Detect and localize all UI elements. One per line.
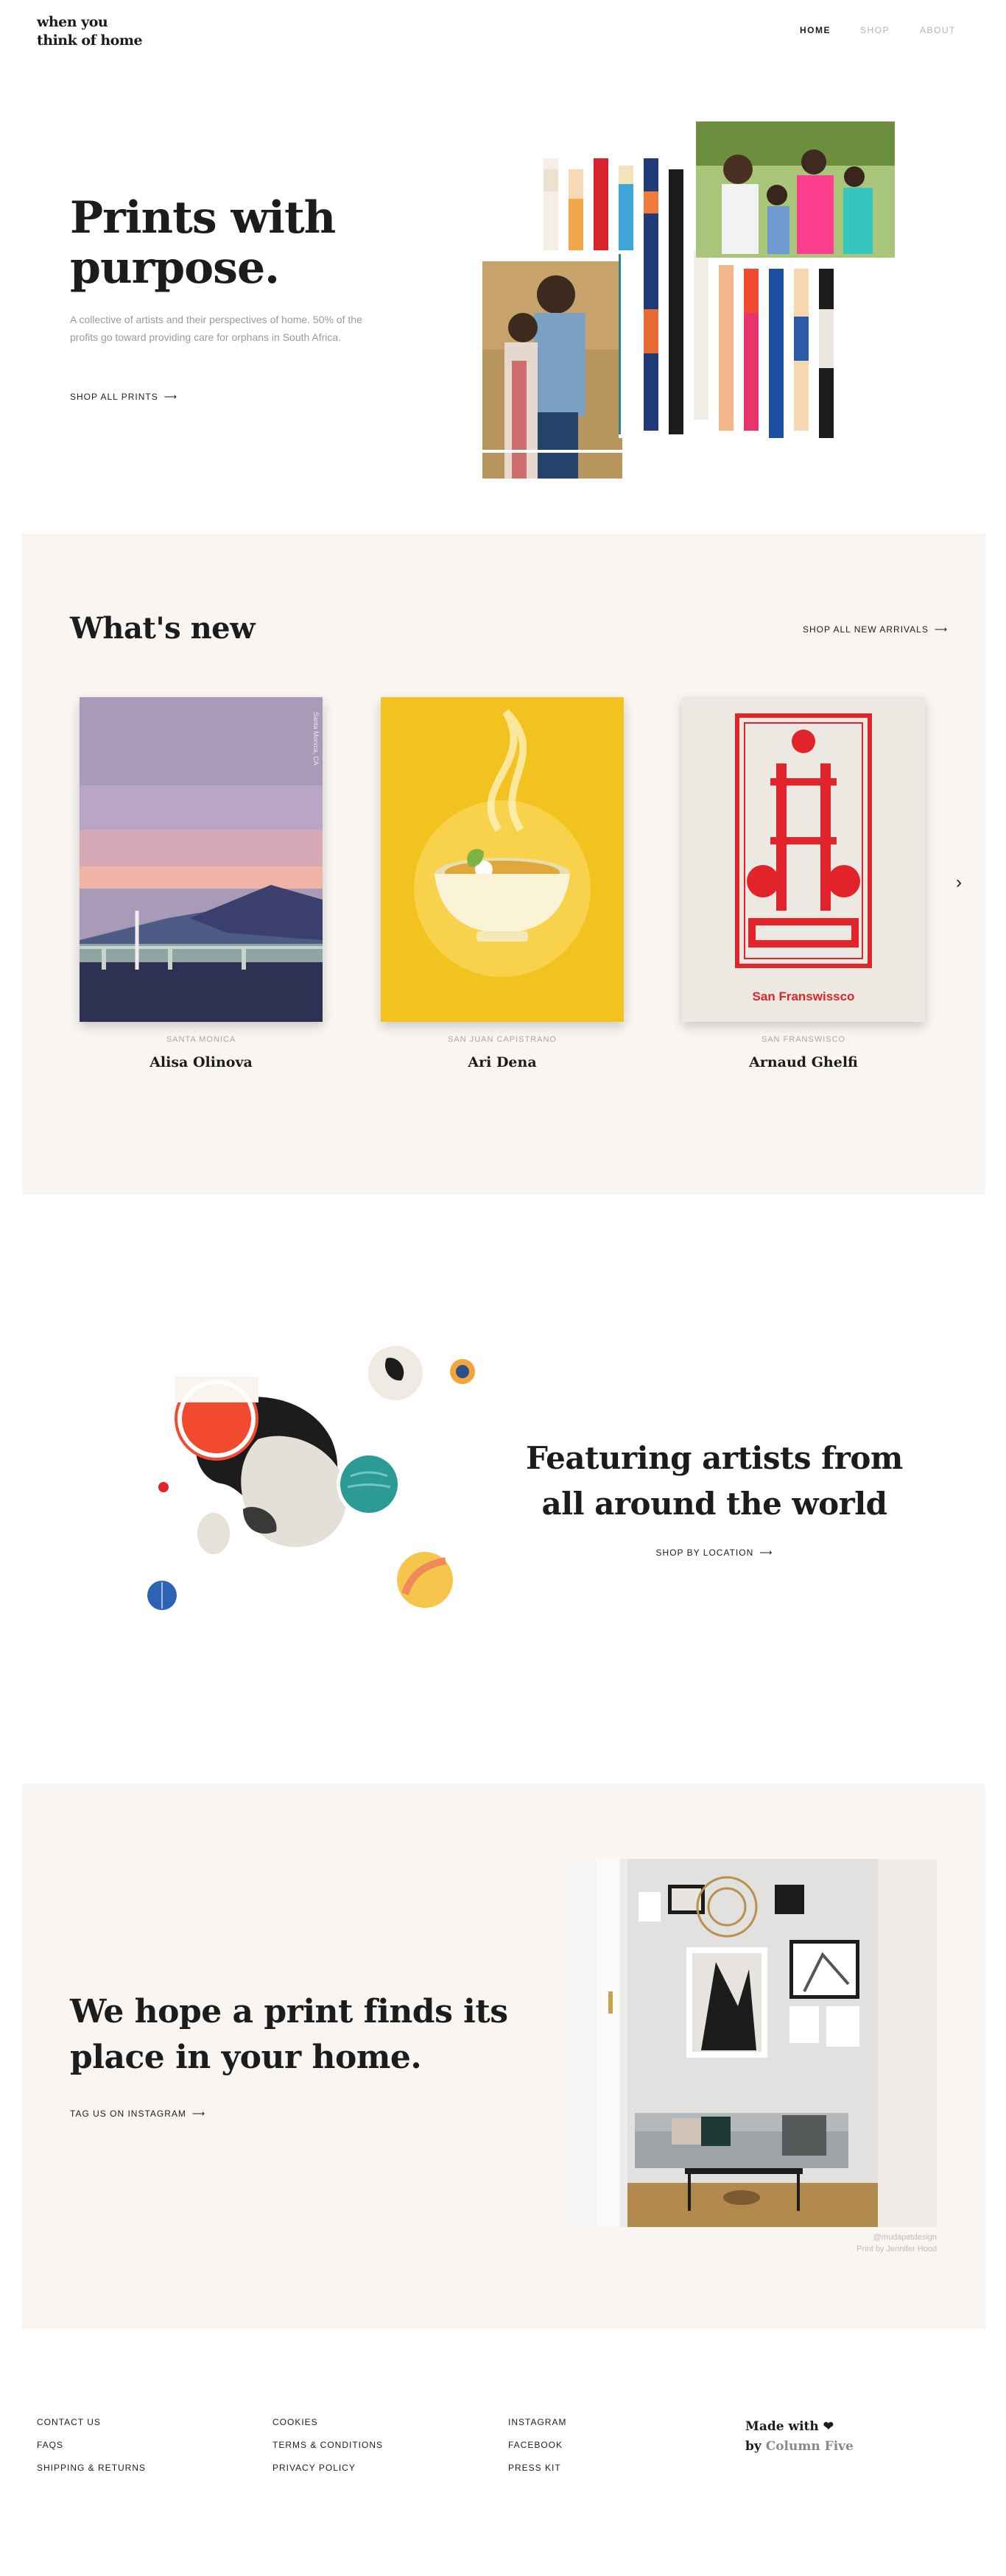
hero-description: A collective of artists and their perspe…	[70, 314, 362, 343]
print-card-alisa-olinova[interactable]: Santa Monica, CA	[80, 697, 323, 1022]
shop-all-prints-link[interactable]: SHOP ALL PRINTS ⟶	[70, 392, 177, 402]
shop-by-location-label: SHOP BY LOCATION	[655, 1548, 754, 1558]
arrow-right-icon: ⟶	[163, 392, 177, 402]
whats-new-title: What's new	[70, 611, 256, 646]
arrow-right-icon: ⟶	[934, 624, 949, 635]
nav-about[interactable]: ABOUT	[920, 25, 956, 35]
home-title-line-2: place in your home.	[70, 2039, 422, 2076]
made-by-label: by	[745, 2439, 761, 2454]
hero-collage	[479, 118, 898, 486]
print-card-ari-dena[interactable]	[381, 697, 624, 1022]
footer-cookies[interactable]: COOKIES	[272, 2417, 318, 2427]
featuring-collage	[133, 1336, 486, 1623]
print-artist-3[interactable]: Arnaud Ghelfi	[682, 1054, 925, 1070]
print-location-2: SAN JUAN CAPISTRANO	[448, 1035, 557, 1044]
made-with-line: Made with ❤	[745, 2417, 854, 2437]
chevron-right-icon: ›	[956, 872, 962, 892]
home-title-line-1: We hope a print finds its	[70, 1993, 508, 2030]
print-text-san-franswissco: San Franswissco	[753, 989, 855, 1003]
shop-all-prints-label: SHOP ALL PRINTS	[70, 392, 158, 402]
print-text-santa-monica: Santa Monica, CA	[312, 712, 320, 766]
collage-art	[482, 121, 895, 479]
column-five-link[interactable]: Column Five	[766, 2439, 854, 2454]
print-artist-2[interactable]: Ari Dena	[381, 1054, 624, 1070]
featuring-title: Featuring artists from all around the wo…	[516, 1436, 913, 1527]
shop-new-arrivals-link[interactable]: SHOP ALL NEW ARRIVALS ⟶	[803, 624, 948, 635]
made-with-label: Made with	[745, 2419, 819, 2434]
credit-handle: @mudapetdesign	[873, 2233, 937, 2242]
arrow-right-icon: ⟶	[191, 2109, 206, 2119]
print-card-arnaud-ghelfi[interactable]: San Franswissco	[682, 697, 925, 1022]
print-artist-1[interactable]: Alisa Olinova	[80, 1054, 323, 1070]
footer-instagram[interactable]: INSTAGRAM	[508, 2417, 566, 2427]
site-logo[interactable]: when you think of home	[37, 13, 143, 50]
footer-press-kit[interactable]: PRESS KIT	[508, 2463, 561, 2473]
room-photo	[569, 1859, 937, 2227]
heart-icon: ❤	[823, 2419, 834, 2434]
print-image-soup	[381, 697, 624, 1022]
logo-line-1: when you	[37, 14, 108, 30]
tag-instagram-link[interactable]: TAG US ON INSTAGRAM ⟶	[70, 2109, 205, 2119]
nav-shop[interactable]: SHOP	[860, 25, 890, 35]
shop-new-arrivals-label: SHOP ALL NEW ARRIVALS	[803, 624, 929, 635]
made-with-credit: Made with ❤ by Column Five	[745, 2417, 854, 2457]
hero-title-line-1: Prints with	[70, 192, 336, 244]
print-location-1: SANTA MONICA	[166, 1035, 236, 1044]
print-image-santa-monica: Santa Monica, CA	[80, 697, 323, 1022]
photo-credit: @mudapetdesign Print by Jennifer Hood	[810, 2231, 937, 2255]
carousel-next-button[interactable]: ›	[956, 872, 962, 893]
home-title: We hope a print finds its place in your …	[70, 1989, 508, 2081]
shop-by-location-wrapper: SHOP BY LOCATION ⟶	[516, 1548, 913, 1558]
shop-by-location-link[interactable]: SHOP BY LOCATION ⟶	[656, 1548, 773, 1558]
footer-facebook[interactable]: FACEBOOK	[508, 2440, 563, 2450]
arrow-right-icon: ⟶	[759, 1548, 773, 1558]
room-photo-image	[569, 1859, 937, 2227]
footer-shipping-returns[interactable]: SHIPPING & RETURNS	[37, 2463, 146, 2473]
logo-line-2: think of home	[37, 32, 143, 49]
footer-terms[interactable]: TERMS & CONDITIONS	[272, 2440, 383, 2450]
print-image-san-franswissco: San Franswissco	[682, 697, 925, 1022]
featuring-title-line-1: Featuring artists from	[526, 1440, 903, 1476]
print-location-3: SAN FRANSWISCO	[761, 1035, 846, 1044]
featuring-title-line-2: all around the world	[541, 1486, 887, 1522]
collage-circles	[145, 1346, 475, 1612]
credit-artist[interactable]: Jennifer Hood	[887, 2245, 938, 2254]
footer-privacy-policy[interactable]: PRIVACY POLICY	[272, 2463, 356, 2473]
nav-home[interactable]: HOME	[800, 25, 831, 35]
hero-title: Prints with purpose.	[70, 192, 336, 294]
footer-contact-us[interactable]: CONTACT US	[37, 2417, 101, 2427]
tag-instagram-label: TAG US ON INSTAGRAM	[70, 2109, 186, 2119]
footer-faqs[interactable]: FAQS	[37, 2440, 63, 2450]
credit-line: Print by Jennifer Hood	[810, 2243, 937, 2255]
made-by-line: by Column Five	[745, 2437, 854, 2457]
hero-title-line-2: purpose.	[70, 242, 280, 294]
credit-prefix: Print by	[856, 2245, 884, 2254]
